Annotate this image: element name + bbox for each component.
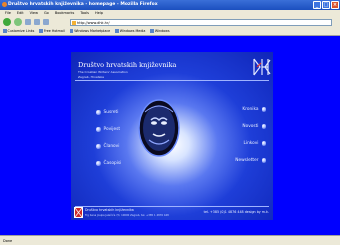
header-divider <box>75 80 269 81</box>
footer-contact: tel. +385 (0)1 4876 448 design by m.k. <box>203 210 269 214</box>
nav-label: Novosti <box>242 124 259 129</box>
window-title: Društvo hrvatskih književnika - homepage… <box>8 2 158 7</box>
footer-divider <box>75 206 269 207</box>
firefox-icon <box>2 2 7 7</box>
bookmark-item[interactable]: Windows Media <box>115 29 145 33</box>
menu-help[interactable]: Help <box>95 10 103 17</box>
address-bar[interactable]: http://www.dhk.hr/ <box>70 19 332 26</box>
status-text: Done <box>3 239 13 243</box>
dhk-logo-icon[interactable] <box>252 56 272 78</box>
nav-bullet-icon <box>261 158 266 163</box>
maximize-button[interactable]: □ <box>322 1 330 9</box>
nav-newsletter[interactable]: Newsletter <box>204 152 266 169</box>
footer-logo-icon <box>74 207 83 218</box>
favicon-icon <box>72 21 76 25</box>
back-icon[interactable] <box>3 18 11 26</box>
bookmark-label: Windows Media <box>119 29 146 33</box>
menu-bookmarks[interactable]: Bookmarks <box>55 10 75 17</box>
nav-povijest[interactable]: Povijest <box>96 121 121 138</box>
nav-bullet-icon <box>96 127 101 132</box>
menu-view[interactable]: View <box>30 10 38 17</box>
nav-label: Članovi <box>103 144 120 149</box>
page-viewport[interactable]: Društvo hrvatskih književnika The Croati… <box>0 36 340 235</box>
nav-label: Newsletter <box>235 158 259 163</box>
site-panel: Društvo hrvatskih književnika The Croati… <box>71 52 273 220</box>
close-button[interactable]: × <box>331 1 339 9</box>
nav-bullet-icon <box>96 144 101 149</box>
nav-label: Susreti <box>103 110 119 115</box>
footer-address: Trg bana Josipa Jelačića 7/I, 10000 Zagr… <box>85 214 169 217</box>
bookmark-item[interactable]: Free Hotmail <box>39 29 65 33</box>
menu-tools[interactable]: Tools <box>80 10 89 17</box>
bookmarks-toolbar: Customize Links Free Hotmail Windows Mar… <box>0 27 340 36</box>
bookmark-label: Free Hotmail <box>43 29 65 33</box>
nav-casopisi[interactable]: Časopisi <box>96 155 121 172</box>
bookmark-icon <box>3 29 7 33</box>
site-title: Društvo hrvatskih književnika <box>78 61 177 69</box>
site-header: Društvo hrvatskih književnika The Croati… <box>73 56 261 79</box>
bookmark-icon <box>69 29 74 33</box>
bookmark-label: Windows <box>154 29 170 33</box>
site-location: Zagreb, Hrvatska <box>78 75 104 79</box>
menu-edit[interactable]: Edit <box>17 10 24 17</box>
stop-icon[interactable] <box>34 19 40 25</box>
bookmark-icon <box>150 29 154 33</box>
site-subtitle: The Croatian Writers' Association <box>78 70 128 74</box>
nav-label: Časopisi <box>103 161 122 166</box>
menu-file[interactable]: File <box>5 10 11 17</box>
nav-bullet-icon <box>96 110 101 115</box>
window-titlebar[interactable]: Društvo hrvatskih književnika - homepage… <box>0 0 340 10</box>
minimize-button[interactable]: _ <box>313 1 321 9</box>
nav-bullet-icon <box>96 161 101 166</box>
menu-go[interactable]: Go <box>44 10 49 17</box>
emblem-mask-icon <box>138 99 180 157</box>
home-icon[interactable] <box>43 19 49 25</box>
nav-bullet-icon <box>261 141 266 146</box>
nav-label: Linkovi <box>243 141 259 146</box>
left-navigation: Susreti Povijest Članovi Časopisi <box>96 104 121 172</box>
nav-label: Povijest <box>103 127 121 132</box>
reload-icon[interactable] <box>25 19 31 25</box>
bookmark-item[interactable]: Customize Links <box>3 29 34 33</box>
address-url: http://www.dhk.hr/ <box>77 21 110 25</box>
bookmark-icon <box>39 29 43 33</box>
nav-linkovi[interactable]: Linkovi <box>204 135 266 152</box>
nav-novosti[interactable]: Novosti <box>204 118 266 135</box>
forward-icon[interactable] <box>14 18 22 26</box>
nav-kronika[interactable]: Kronika <box>204 101 266 118</box>
status-bar: Done <box>0 235 340 245</box>
bookmark-item[interactable]: Windows <box>150 29 170 33</box>
window-controls: _ □ × <box>313 1 339 9</box>
nav-bullet-icon <box>261 124 266 129</box>
nav-bullet-icon <box>261 107 266 112</box>
bookmark-label: Customize Links <box>7 29 35 33</box>
bookmark-label: Windows Marketplace <box>74 29 111 33</box>
nav-label: Kronika <box>242 107 259 112</box>
nav-clanovi[interactable]: Članovi <box>96 138 121 155</box>
bookmark-icon <box>115 29 119 33</box>
right-navigation: Kronika Novosti Linkovi Newsletter <box>204 101 266 169</box>
footer-organization: Društvo hrvatskih književnika <box>85 208 134 212</box>
nav-susreti[interactable]: Susreti <box>96 104 121 121</box>
menu-bar: File Edit View Go Bookmarks Tools Help <box>0 10 340 17</box>
bookmark-item[interactable]: Windows Marketplace <box>69 29 111 33</box>
